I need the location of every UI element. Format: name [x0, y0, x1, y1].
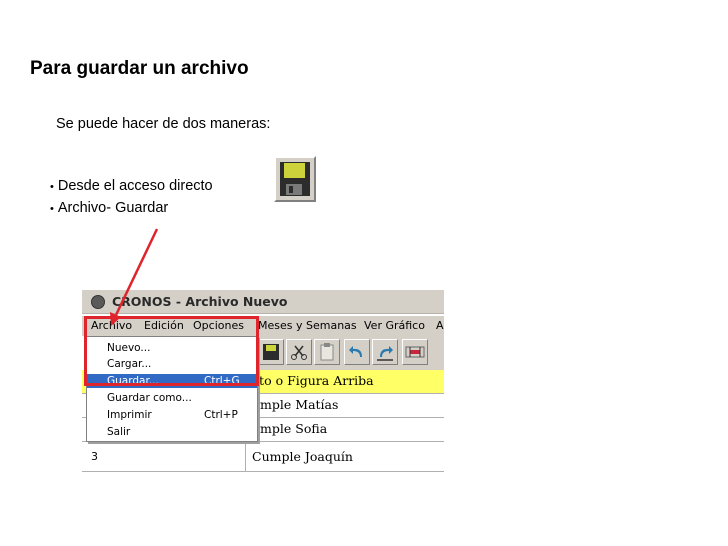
- bullet-menu-label: Archivo- Guardar: [57, 200, 169, 216]
- menu-item-label: Salir: [107, 426, 131, 438]
- undo-icon[interactable]: [344, 339, 370, 365]
- row-text: Cumple Joaquín: [252, 449, 353, 464]
- table-row[interactable]: 3 Cumple Joaquín: [82, 444, 444, 472]
- bullet-menu: • Archivo- Guardar: [50, 200, 213, 222]
- menu-item-label: Guardar como...: [107, 392, 192, 404]
- grid-header-text: xto o Figura Arriba: [252, 373, 374, 388]
- toolbar: [252, 336, 444, 370]
- clock-icon: [91, 295, 105, 309]
- bullet-glyph: •: [50, 203, 54, 215]
- menu-item-guardar-como[interactable]: Guardar como...: [87, 391, 257, 405]
- floppy-disk-icon: [280, 162, 310, 196]
- range-icon[interactable]: [402, 339, 428, 365]
- bullet-list: • Desde el acceso directo • Archivo- Guard…: [50, 178, 213, 222]
- highlight-box: [84, 316, 259, 386]
- shortcut-label: Ctrl+P: [204, 409, 238, 421]
- bullet-shortcut: • Desde el acceso directo: [50, 178, 213, 200]
- cut-icon[interactable]: [286, 339, 312, 365]
- redo-icon: [377, 346, 393, 361]
- bullet-shortcut-label: Desde el acceso directo: [57, 178, 213, 194]
- range-icon: [405, 346, 425, 358]
- paste-icon: [320, 343, 334, 361]
- floppy-disk-icon[interactable]: [274, 156, 316, 202]
- slide-title: Para guardar un archivo: [30, 58, 249, 79]
- redo-icon[interactable]: [372, 339, 398, 365]
- bullet-glyph: •: [50, 181, 54, 193]
- row-number: 3: [82, 444, 246, 471]
- menu-item-salir[interactable]: Salir: [87, 425, 257, 439]
- menu-meses-semanas[interactable]: Meses y Semanas: [258, 319, 357, 332]
- save-icon: [263, 344, 279, 360]
- paste-icon[interactable]: [314, 339, 340, 365]
- window-titlebar[interactable]: CRONOS - Archivo Nuevo: [82, 290, 444, 314]
- menu-more[interactable]: A: [436, 319, 444, 332]
- menu-ver-grafico[interactable]: Ver Gráfico: [364, 319, 425, 332]
- window-title: CRONOS - Archivo Nuevo: [112, 294, 288, 309]
- row-text: umple Sofia: [252, 421, 328, 436]
- row-text: umple Matías: [252, 397, 339, 412]
- menu-item-imprimir[interactable]: Imprimir Ctrl+P: [87, 408, 257, 422]
- cut-icon: [291, 345, 307, 360]
- undo-icon: [349, 346, 362, 357]
- save-icon[interactable]: [258, 339, 284, 365]
- intro-text: Se puede hacer de dos maneras:: [56, 116, 271, 132]
- menu-item-label: Imprimir: [107, 409, 152, 421]
